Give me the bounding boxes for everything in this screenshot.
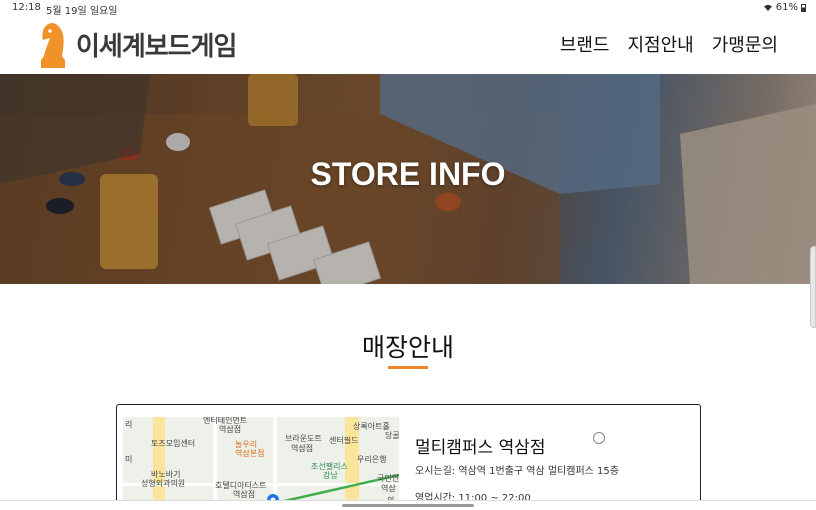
map-label: 당골 <box>385 431 399 440</box>
map-label: 토즈모임센터 <box>151 439 196 448</box>
hero-title: STORE INFO <box>310 156 506 192</box>
battery-percent: 61% <box>775 2 798 13</box>
status-right: 61% <box>763 2 806 13</box>
map-label: 역삼 <box>381 484 396 493</box>
section-title: 매장안내 <box>361 333 454 362</box>
logo-text: 이세계보드게임 <box>76 31 237 62</box>
home-indicator[interactable] <box>342 504 474 507</box>
hero-banner: STORE INFO <box>0 74 816 284</box>
store-map[interactable]: 엔터테인먼트 역삼점 토즈모임센터 놀우리 역삼본점 브라운도트 역삼점 센터필… <box>123 417 399 510</box>
side-panel-handle[interactable] <box>810 246 816 328</box>
select-radio-icon[interactable] <box>593 432 605 444</box>
nav-stores[interactable]: 지점안내 <box>628 31 694 57</box>
store-card[interactable]: 엔터테인먼트 역삼점 토즈모임센터 놀우리 역삼본점 브라운도트 역삼점 센터필… <box>116 404 701 510</box>
store-section: 매장안내 엔터테인먼트 역삼점 토즈모임센터 놀우리 역삼본점 브라운도트 역삼… <box>0 284 816 510</box>
site-logo[interactable]: 이세계보드게임 <box>38 20 237 68</box>
section-underline <box>388 366 428 369</box>
store-address: 오시는길: 역삼역 1번출구 역삼 멀티캠퍼스 15층 <box>415 466 619 477</box>
nav-franchise[interactable]: 가맹문의 <box>712 31 778 57</box>
wifi-icon <box>763 4 772 11</box>
status-date: 5월 19일 일요일 <box>46 6 118 17</box>
map-label: 역삼점 <box>291 444 314 453</box>
map-label: 강남 <box>323 471 338 480</box>
map-label: 우리은행 <box>357 455 387 464</box>
map-label: 성형외과의원 <box>141 479 186 488</box>
map-label: 역삼본점 <box>235 449 265 458</box>
status-bar: 12:18 5월 19일 일요일 61% <box>0 0 816 17</box>
battery-icon <box>801 3 806 12</box>
map-label: 리 <box>125 420 133 429</box>
store-name: 멀티캠퍼스 역삼점 <box>415 438 546 458</box>
main-nav: 브랜드 지점안내 가맹문의 <box>560 31 778 57</box>
nav-brand[interactable]: 브랜드 <box>560 31 610 57</box>
map-label: 역삼점 <box>233 490 256 499</box>
status-time: 12:18 <box>12 2 41 13</box>
map-label: 미 <box>125 455 133 464</box>
home-bar <box>0 500 816 510</box>
map-label: 역삼점 <box>219 425 242 434</box>
map-label: 센터필드 <box>329 436 359 445</box>
knight-logo-icon <box>41 23 65 68</box>
site-header: 이세계보드게임 브랜드 지점안내 가맹문의 <box>0 16 816 74</box>
